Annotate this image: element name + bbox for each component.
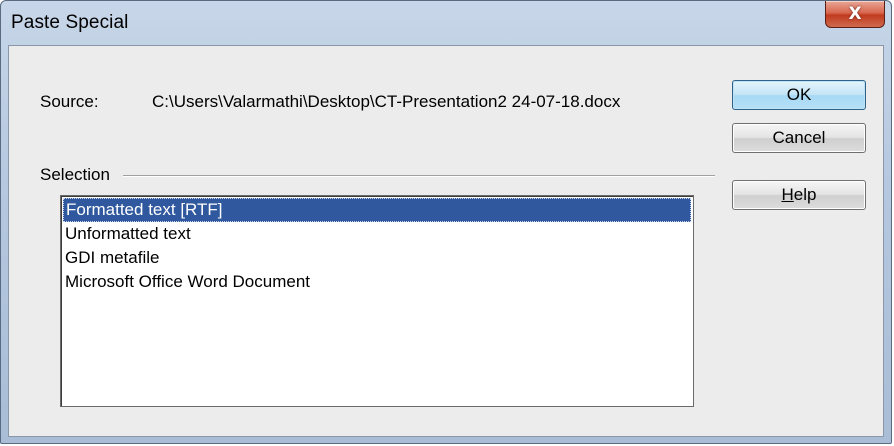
ok-button-label: OK (786, 85, 812, 104)
ok-button[interactable]: OK (732, 80, 866, 110)
close-icon: X (848, 4, 862, 24)
close-button[interactable]: X (825, 1, 885, 28)
list-item-formatted-text-rtf[interactable]: Formatted text [RTF] (63, 198, 691, 222)
help-button-mnemonic: H (781, 185, 794, 204)
window-title: Paste Special (11, 12, 129, 33)
selection-group-divider (123, 175, 715, 177)
cancel-button-label: Cancel (772, 128, 826, 147)
list-item-gdi-metafile[interactable]: GDI metafile (63, 246, 691, 270)
source-label: Source: (40, 92, 99, 111)
source-path: C:\Users\Valarmathi\Desktop\CT-Presentat… (152, 92, 621, 111)
title-bar[interactable]: Paste Special X (1, 1, 891, 45)
cancel-button[interactable]: Cancel (732, 123, 866, 153)
selection-listbox[interactable]: Formatted text [RTF] Unformatted text GD… (60, 195, 694, 407)
help-button[interactable]: Help (732, 180, 866, 210)
list-item-word-document[interactable]: Microsoft Office Word Document (63, 270, 691, 294)
paste-special-dialog: Paste Special X Source: C:\Users\Valarma… (0, 0, 892, 444)
help-button-label: elp (793, 185, 817, 204)
list-item-unformatted-text[interactable]: Unformatted text (63, 222, 691, 246)
dialog-body: Source: C:\Users\Valarmathi\Desktop\CT-P… (8, 45, 884, 437)
selection-label: Selection (40, 165, 116, 185)
